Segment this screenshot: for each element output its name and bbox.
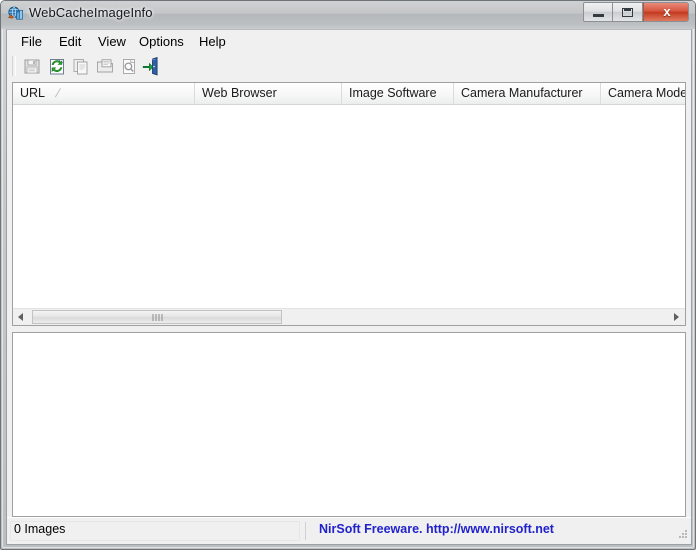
window-title: WebCacheImageInfo (29, 5, 153, 20)
minimize-icon (593, 14, 604, 17)
close-icon: x (644, 4, 690, 19)
exit-button[interactable] (140, 56, 162, 77)
client-area: File Edit View Options Help (6, 29, 692, 545)
menu-bar: File Edit View Options Help (7, 30, 691, 52)
status-image-count: 0 Images (14, 522, 65, 536)
app-globe-icon (7, 6, 25, 24)
minimize-button[interactable] (583, 2, 613, 22)
scrollbar-thumb[interactable] (32, 310, 282, 324)
horizontal-scrollbar[interactable] (13, 308, 685, 325)
image-preview-pane[interactable] (12, 332, 686, 517)
menu-options[interactable]: Options (135, 33, 188, 50)
chevron-left-icon (18, 313, 23, 321)
chevron-right-icon (674, 313, 679, 321)
scroll-right-button[interactable] (668, 309, 685, 325)
html-report-button[interactable] (118, 56, 140, 77)
menu-file[interactable]: File (17, 33, 46, 50)
menu-view[interactable]: View (94, 33, 130, 50)
resize-grip[interactable] (676, 530, 688, 542)
column-header-url[interactable]: URL (13, 83, 195, 104)
column-header-web-browser[interactable]: Web Browser (195, 83, 342, 104)
menu-edit[interactable]: Edit (55, 33, 85, 50)
toolbar-grip[interactable] (12, 56, 16, 76)
properties-button[interactable] (94, 56, 116, 77)
floppy-save-icon (21, 56, 43, 77)
copy-button[interactable] (70, 56, 92, 77)
properties-icon (94, 56, 116, 77)
application-window: WebCacheImageInfo x File Edit View Optio… (0, 0, 696, 550)
maximize-icon (622, 8, 633, 17)
scroll-left-button[interactable] (13, 309, 30, 325)
list-rows-container[interactable] (13, 105, 685, 303)
copy-pages-icon (70, 56, 92, 77)
save-button[interactable] (21, 56, 43, 77)
refresh-button[interactable] (46, 56, 68, 77)
scrollbar-grip-icon (153, 314, 162, 321)
nirsoft-link[interactable]: NirSoft Freeware. http://www.nirsoft.net (319, 522, 669, 536)
exit-door-icon (140, 56, 162, 77)
title-bar[interactable]: WebCacheImageInfo x (1, 1, 696, 29)
magnifier-page-icon (118, 56, 140, 77)
image-list-view[interactable]: URL / Web Browser Image Software Camera … (12, 82, 686, 326)
status-bar: 0 Images NirSoft Freeware. http://www.ni… (7, 517, 691, 544)
column-header-camera-manufacturer[interactable]: Camera Manufacturer (454, 83, 601, 104)
refresh-green-icon (46, 56, 68, 77)
status-divider (305, 522, 306, 540)
close-button[interactable]: x (643, 2, 689, 22)
maximize-button[interactable] (613, 2, 643, 22)
toolbar (7, 52, 691, 80)
list-header-row: URL / Web Browser Image Software Camera … (13, 83, 685, 105)
menu-help[interactable]: Help (195, 33, 230, 50)
column-header-camera-model[interactable]: Camera Model (601, 83, 686, 104)
column-header-image-software[interactable]: Image Software (342, 83, 454, 104)
